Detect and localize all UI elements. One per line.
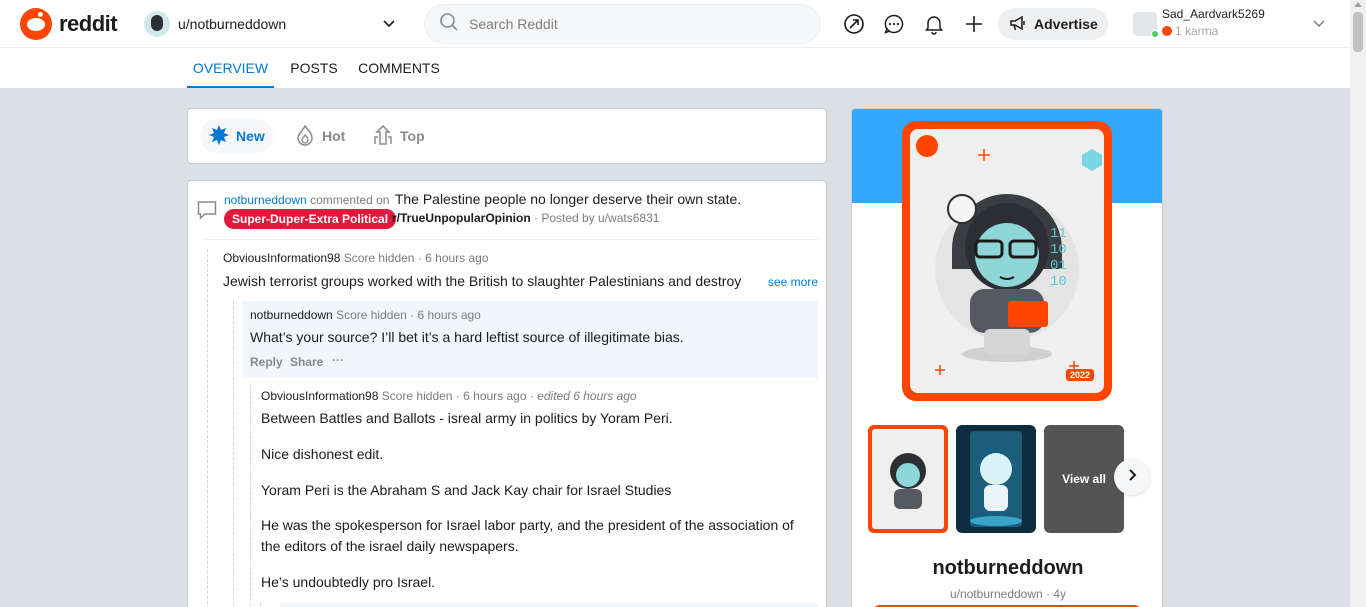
- post-comment-author-link[interactable]: notburneddown: [224, 193, 307, 207]
- comment-score-time: Score hidden · 6 hours ago: [343, 251, 489, 265]
- advertise-button[interactable]: Advertise: [998, 8, 1108, 40]
- reddit-snoo-icon: [20, 8, 52, 40]
- carousel-next-button[interactable]: [1114, 459, 1150, 495]
- karma-label: 1 karma: [1175, 24, 1219, 38]
- post-flair-badge: Super-Duper-Extra Political: [224, 209, 397, 229]
- comment-body: Jewish terrorist groups worked with the …: [223, 273, 742, 289]
- page-scrollbar[interactable]: [1350, 0, 1366, 607]
- profile-display-name: notburneddown: [932, 557, 1084, 579]
- comment-paragraph: He’s undoubtedly pro Israel.: [261, 574, 436, 590]
- sort-new-label: New: [236, 128, 265, 144]
- sort-hot-button[interactable]: Hot: [286, 119, 353, 153]
- search-input[interactable]: [469, 16, 769, 32]
- divider: [204, 239, 818, 240]
- edited-label: edited 6 hours ago: [537, 389, 637, 403]
- sort-top-label: Top: [400, 128, 425, 144]
- thread-line[interactable]: [260, 603, 261, 607]
- reply-button[interactable]: Reply: [250, 355, 283, 369]
- comment-author[interactable]: ObviousInformation98: [261, 389, 378, 403]
- comment-meta: notburneddown Score hidden · 6 hours ago: [250, 308, 481, 322]
- avatar-thumbnail-2[interactable]: [956, 425, 1036, 533]
- tab-posts[interactable]: POSTS: [284, 48, 344, 88]
- search-icon: [439, 12, 459, 37]
- comment-score-time: Score hidden · 6 hours ago: [336, 308, 481, 322]
- profile-tab-bar: OVERVIEW POSTS COMMENTS: [0, 48, 1350, 88]
- karma-icon: [1162, 26, 1172, 36]
- notification-bell-icon[interactable]: [922, 12, 946, 36]
- comment-paragraph: Yoram Peri is the Abraham S and Jack Kay…: [261, 482, 672, 498]
- svg-text:01: 01: [1050, 258, 1067, 274]
- top-chart-icon: [372, 124, 400, 149]
- commented-on-text: commented on: [310, 193, 390, 207]
- chevron-down-icon: [1312, 16, 1326, 33]
- avatar-thumbnail-1[interactable]: [868, 425, 948, 533]
- chevron-right-icon: [1125, 468, 1139, 487]
- thumbnail-art-2: [970, 431, 1022, 527]
- svg-text:11: 11: [1050, 226, 1067, 242]
- next-comment-preview: [280, 603, 818, 607]
- comment-author[interactable]: notburneddown: [250, 308, 333, 322]
- avatar-illustration: 11 10 01 10: [935, 149, 1102, 375]
- context-avatar: [144, 11, 170, 37]
- user-name: Sad_Aardvark5269: [1162, 7, 1265, 21]
- logo-text: reddit: [59, 11, 118, 36]
- context-switcher[interactable]: u/notburneddown: [144, 4, 406, 44]
- chevron-down-icon: [382, 16, 396, 33]
- new-sparkle-icon: [208, 124, 236, 149]
- thumbnail-art-1: [890, 453, 926, 509]
- profile-sidebar-card: 11 10 01 10 2022 View all notburneddown …: [851, 108, 1163, 607]
- profile-username-age: u/notburneddown · 4y: [949, 587, 1067, 601]
- popular-icon[interactable]: [842, 12, 866, 36]
- more-options-icon[interactable]: ···: [332, 353, 344, 367]
- advertise-label: Advertise: [1034, 16, 1098, 32]
- context-label: u/notburneddown: [178, 16, 287, 32]
- thread-line[interactable]: [250, 386, 251, 607]
- svg-text:10: 10: [1050, 242, 1067, 258]
- online-status-dot: [1151, 30, 1159, 38]
- sort-hot-label: Hot: [322, 128, 346, 144]
- user-karma: 1 karma: [1162, 24, 1218, 38]
- sort-top-button[interactable]: Top: [364, 119, 433, 153]
- see-more-link[interactable]: see more: [762, 275, 819, 289]
- avatar-art: 11 10 01 10 2022: [910, 129, 1104, 393]
- thread-line[interactable]: [207, 249, 208, 607]
- megaphone-icon: [1008, 13, 1034, 36]
- view-all-label: View all: [1062, 472, 1106, 486]
- scroll-thumb[interactable]: [1353, 12, 1363, 52]
- subreddit-link[interactable]: r/TrueUnpopularOpinion: [392, 211, 531, 225]
- top-header: reddit u/notburneddown Advertise Sad_Aar…: [0, 0, 1350, 48]
- svg-text:10: 10: [1050, 274, 1067, 290]
- sort-new-button[interactable]: New: [200, 119, 273, 153]
- chat-icon[interactable]: [882, 12, 906, 36]
- user-menu[interactable]: Sad_Aardvark5269 1 karma: [1124, 4, 1334, 44]
- posted-by-text: · Posted by u/wats6831: [534, 211, 660, 225]
- comment-score-time: Score hidden · 6 hours ago ·: [381, 389, 534, 403]
- comment-body: What’s your source? I’ll bet it’s a hard…: [250, 329, 684, 345]
- post-context-line: notburneddown commented on The Palestine…: [224, 191, 741, 207]
- share-button[interactable]: Share: [290, 355, 323, 369]
- tab-overview[interactable]: OVERVIEW: [187, 48, 274, 88]
- comment-paragraph: He was the spokesperson for Israel labor…: [261, 517, 794, 554]
- collectible-avatar-card[interactable]: 11 10 01 10 2022: [902, 121, 1112, 401]
- comment-bubble-icon: [196, 199, 218, 221]
- comment-paragraph: Between Battles and Ballots - isreal arm…: [261, 410, 673, 426]
- flame-icon: [294, 124, 322, 149]
- scroll-up-arrow-icon[interactable]: [1354, 2, 1362, 7]
- create-post-plus-icon[interactable]: [962, 12, 986, 36]
- comment-meta: ObviousInformation98 Score hidden · 6 ho…: [261, 389, 637, 403]
- reddit-badge-icon: [916, 135, 938, 157]
- post-title-link[interactable]: The Palestine people no longer deserve t…: [395, 191, 741, 207]
- comment-author[interactable]: ObviousInformation98: [223, 251, 340, 265]
- tab-comments[interactable]: COMMENTS: [354, 48, 444, 88]
- reddit-logo[interactable]: reddit: [20, 8, 118, 40]
- card-year: 2022: [1065, 369, 1094, 381]
- comment-paragraph: Nice dishonest edit.: [261, 446, 384, 462]
- thread-line[interactable]: [233, 301, 234, 607]
- search-bar[interactable]: [424, 4, 821, 44]
- comment-meta: ObviousInformation98 Score hidden · 6 ho…: [223, 251, 489, 265]
- comment-thread-card: notburneddown commented on The Palestine…: [187, 180, 827, 607]
- view-all-button[interactable]: View all: [1044, 425, 1124, 533]
- post-subreddit-line: r/TrueUnpopularOpinion · Posted by u/wat…: [392, 211, 659, 225]
- sort-bar: New Hot Top: [187, 108, 827, 164]
